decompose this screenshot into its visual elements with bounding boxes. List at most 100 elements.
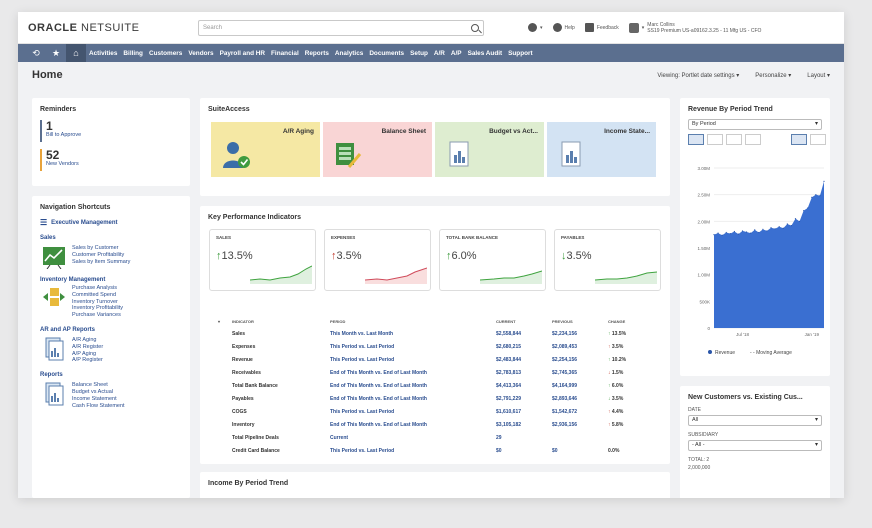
table-row[interactable]: Total Pipeline Deals Current 29 bbox=[216, 431, 646, 444]
revenue-point[interactable] bbox=[803, 210, 805, 212]
cell-cur[interactable]: 29 bbox=[494, 431, 550, 444]
cell-cur[interactable]: $2,783,813 bbox=[494, 366, 550, 379]
revenue-point[interactable] bbox=[750, 232, 752, 234]
shortcut-link[interactable]: A/P Register bbox=[72, 357, 103, 364]
home-icon[interactable]: ⌂ bbox=[66, 44, 86, 62]
revenue-point[interactable] bbox=[823, 180, 825, 182]
kpi-card-payables[interactable]: PAYABLES ↓3.5% bbox=[554, 229, 661, 291]
legend-revenue[interactable]: Revenue bbox=[715, 350, 735, 356]
cell-per[interactable]: This Period vs. Last Period bbox=[328, 353, 494, 366]
revenue-point[interactable] bbox=[766, 230, 768, 232]
cell-per[interactable]: End of This Month vs. End of Last Month bbox=[328, 392, 494, 405]
cell-per[interactable]: End of This Month vs. End of Last Month bbox=[328, 418, 494, 431]
revenue-point[interactable] bbox=[778, 226, 780, 228]
nav-item[interactable]: Billing bbox=[120, 50, 146, 57]
revenue-point[interactable] bbox=[721, 234, 723, 236]
shortcut-link[interactable]: A/P Aging bbox=[72, 351, 103, 358]
cell-prev[interactable]: $2,254,156 bbox=[550, 353, 606, 366]
cell-cur[interactable]: $1,610,617 bbox=[494, 405, 550, 418]
nav-item[interactable]: Sales Audit bbox=[465, 50, 506, 57]
nav-item[interactable]: Support bbox=[505, 50, 536, 57]
cell-per[interactable]: Current bbox=[328, 431, 494, 444]
star-icon[interactable]: ★ bbox=[46, 44, 66, 62]
table-row[interactable]: Credit Card Balance This Period vs. Last … bbox=[216, 444, 646, 457]
logo[interactable]: ORACLE NETSUITE bbox=[28, 22, 198, 34]
revenue-point[interactable] bbox=[790, 225, 793, 227]
table-row[interactable]: Total Bank Balance End of This Month vs. … bbox=[216, 379, 646, 392]
nav-item[interactable]: Financial bbox=[268, 50, 302, 57]
shortcut-link[interactable]: Committed Spend bbox=[72, 292, 123, 299]
revenue-point[interactable] bbox=[782, 227, 784, 229]
cell-cur[interactable]: $2,791,229 bbox=[494, 392, 550, 405]
recent-records-button[interactable]: ▾ bbox=[528, 23, 543, 32]
revenue-point[interactable] bbox=[794, 218, 797, 220]
shortcut-link[interactable]: Balance Sheet bbox=[72, 382, 125, 389]
help-button[interactable]: Help bbox=[552, 23, 575, 32]
cell-prev[interactable]: $2,089,453 bbox=[550, 340, 606, 353]
shortcut-link[interactable]: A/R Aging bbox=[72, 337, 103, 344]
cell-prev[interactable]: $2,936,156 bbox=[550, 418, 606, 431]
cell-cur[interactable]: $2,558,844 bbox=[494, 327, 550, 340]
cell-per[interactable]: This Period vs. Last Period bbox=[328, 444, 494, 457]
shortcut-link[interactable]: Purchase Variances bbox=[72, 312, 123, 319]
cell-per[interactable]: This Month vs. Last Month bbox=[328, 327, 494, 340]
shortcut-link[interactable]: Inventory Turnover bbox=[72, 299, 123, 306]
recent-nav-icon[interactable]: ⟲ bbox=[26, 44, 46, 62]
table-header[interactable]: CHANGE bbox=[606, 319, 646, 327]
column-chart-button[interactable] bbox=[745, 134, 761, 145]
kpi-card-total-bank-balance[interactable]: TOTAL BANK BALANCE ↑6.0% bbox=[439, 229, 546, 291]
cell-per[interactable]: End of This Month vs. End of Last Month bbox=[328, 379, 494, 392]
revenue-point[interactable] bbox=[754, 229, 756, 231]
revenue-point[interactable] bbox=[798, 220, 801, 222]
reminder-item[interactable]: 1 Bill to Approve bbox=[40, 120, 190, 142]
table-row[interactable]: Inventory End of This Month vs. End of La… bbox=[216, 418, 646, 431]
shortcut-link[interactable]: Budget vs Actual bbox=[72, 389, 125, 396]
nav-item[interactable]: A/R bbox=[431, 50, 448, 57]
personalize-dropdown[interactable]: Personalize ▾ bbox=[755, 72, 791, 79]
revenue-point[interactable] bbox=[770, 227, 772, 229]
viewing-dropdown[interactable]: Viewing: Portlet date settings ▾ bbox=[657, 72, 739, 79]
cell-per[interactable]: This Period vs. Last Period bbox=[328, 340, 494, 353]
shortcut-link[interactable]: Cash Flow Statement bbox=[72, 403, 125, 410]
revenue-point[interactable] bbox=[713, 234, 715, 236]
table-row[interactable]: Expenses This Period vs. Last Period $2,68… bbox=[216, 340, 646, 353]
reminder-item[interactable]: 52 New Vendors bbox=[40, 149, 190, 171]
cell-prev[interactable]: $1,542,672 bbox=[550, 405, 606, 418]
shortcut-link[interactable]: Sales by Customer bbox=[72, 245, 130, 252]
cell-cur[interactable]: $4,413,364 bbox=[494, 379, 550, 392]
tile-balance-sheet[interactable]: Balance Sheet bbox=[323, 122, 432, 177]
shortcut-link[interactable]: A/R Register bbox=[72, 344, 103, 351]
revenue-point[interactable] bbox=[774, 228, 776, 230]
nav-item[interactable]: Setup bbox=[407, 50, 431, 57]
shortcut-link[interactable]: Purchase Analysis bbox=[72, 285, 123, 292]
cell-prev[interactable]: $2,893,646 bbox=[550, 392, 606, 405]
period-select[interactable]: By Period bbox=[688, 119, 822, 130]
table-header[interactable]: PERIOD bbox=[328, 319, 494, 327]
kpi-card-sales[interactable]: SALES ↑13.5% bbox=[209, 229, 316, 291]
revenue-point[interactable] bbox=[717, 232, 719, 234]
revenue-point[interactable] bbox=[807, 207, 809, 209]
area-chart-button[interactable] bbox=[688, 134, 704, 145]
table-header[interactable]: CURRENT bbox=[494, 319, 550, 327]
revenue-point[interactable] bbox=[741, 230, 744, 232]
layout-dropdown[interactable]: Layout ▾ bbox=[807, 72, 830, 79]
line-chart-button[interactable] bbox=[707, 134, 723, 145]
kpi-card-expenses[interactable]: EXPENSES ↑3.5% bbox=[324, 229, 431, 291]
cell-prev[interactable]: $2,234,156 bbox=[550, 327, 606, 340]
nav-item[interactable]: A/P bbox=[448, 50, 465, 57]
cell-cur[interactable]: $3,105,182 bbox=[494, 418, 550, 431]
revenue-point[interactable] bbox=[758, 231, 760, 234]
tile-income-statement[interactable]: Income State... bbox=[547, 122, 656, 177]
line-type-button[interactable] bbox=[810, 134, 826, 145]
executive-management-link[interactable]: ☰ Executive Management bbox=[40, 218, 190, 227]
revenue-point[interactable] bbox=[737, 233, 740, 235]
revenue-point[interactable] bbox=[786, 223, 788, 225]
cell-prev[interactable]: $2,745,365 bbox=[550, 366, 606, 379]
revenue-point[interactable] bbox=[725, 231, 727, 234]
nav-item[interactable]: Documents bbox=[366, 50, 407, 57]
cell-prev[interactable]: $4,164,999 bbox=[550, 379, 606, 392]
tile-ar-aging[interactable]: A/R Aging bbox=[211, 122, 320, 177]
table-header[interactable]: ▾ bbox=[216, 319, 230, 327]
shortcut-link[interactable]: Income Statement bbox=[72, 396, 125, 403]
revenue-point[interactable] bbox=[815, 194, 817, 196]
